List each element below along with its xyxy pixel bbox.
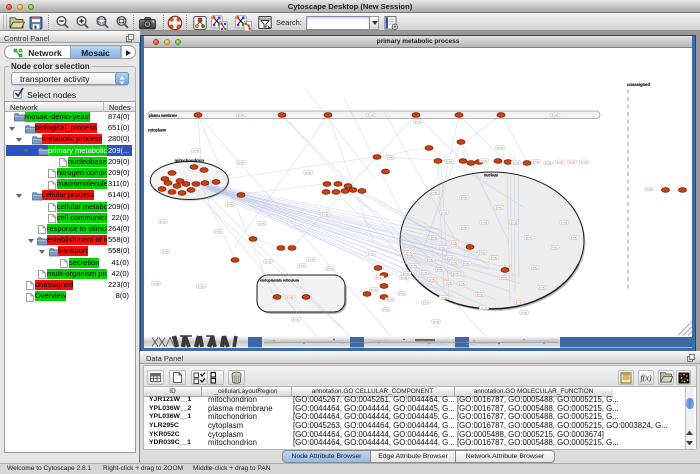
svg-text:[n-a]: [n-a] — [461, 196, 468, 200]
svg-text:[n-a]: [n-a] — [308, 258, 315, 262]
svg-text:[n-a]: [n-a] — [403, 272, 410, 276]
svg-text:[n-a]: [n-a] — [513, 161, 520, 165]
svg-text:[n-a]: [n-a] — [459, 282, 466, 286]
svg-text:[n-a]: [n-a] — [215, 230, 222, 234]
svg-text:[n-a]: [n-a] — [533, 160, 540, 164]
svg-text:nucleus: nucleus — [484, 172, 498, 177]
svg-text:[n-a]: [n-a] — [305, 171, 312, 175]
svg-text:[n-a]: [n-a] — [371, 288, 378, 292]
svg-text:[n-a]: [n-a] — [511, 221, 518, 225]
svg-text:cytoplasm: cytoplasm — [148, 128, 166, 133]
svg-text:[n-a]: [n-a] — [299, 264, 306, 268]
svg-text:[n-a]: [n-a] — [481, 159, 488, 163]
svg-text:[n-a]: [n-a] — [497, 146, 504, 150]
svg-text:f(x): f(x) — [640, 374, 651, 383]
svg-text:[n-a]: [n-a] — [368, 113, 375, 117]
svg-text:[n-a]: [n-a] — [441, 296, 448, 300]
svg-text:[n-a]: [n-a] — [501, 276, 508, 280]
svg-text:[n-a]: [n-a] — [571, 236, 578, 240]
svg-text:[n-a]: [n-a] — [198, 285, 205, 289]
svg-text:[n-a]: [n-a] — [387, 156, 394, 160]
svg-text:[n-a]: [n-a] — [431, 236, 438, 240]
svg-text:[n-a]: [n-a] — [193, 149, 200, 153]
svg-text:[n-a]: [n-a] — [160, 220, 167, 224]
svg-text:[n-a]: [n-a] — [406, 251, 413, 255]
svg-text:[n-a]: [n-a] — [481, 221, 488, 225]
svg-text:[n-a]: [n-a] — [453, 272, 460, 276]
svg-text:[n-a]: [n-a] — [521, 311, 528, 315]
svg-text:[n-a]: [n-a] — [446, 281, 453, 285]
svg-text:[n-a]: [n-a] — [238, 161, 245, 165]
svg-text:unassigned: unassigned — [627, 82, 650, 87]
svg-text:mitochondrion: mitochondrion — [175, 158, 205, 163]
svg-text:[n-a]: [n-a] — [401, 276, 408, 280]
svg-text:[n-a]: [n-a] — [265, 260, 272, 264]
svg-text:[n-a]: [n-a] — [441, 211, 448, 215]
svg-text:[n-a]: [n-a] — [451, 241, 458, 245]
svg-text:[n-a]: [n-a] — [322, 213, 329, 217]
svg-text:[n-a]: [n-a] — [561, 221, 568, 225]
svg-text:plasma membrane: plasma membrane — [149, 113, 177, 118]
svg-text:[n-a]: [n-a] — [479, 251, 486, 255]
svg-text:[n-a]: [n-a] — [238, 113, 245, 117]
svg-text:[n-a]: [n-a] — [287, 295, 294, 299]
svg-text:[n-a]: [n-a] — [531, 266, 538, 270]
svg-text:[n-a]: [n-a] — [446, 160, 453, 164]
svg-text:[n-a]: [n-a] — [423, 301, 430, 305]
svg-text:[n-a]: [n-a] — [463, 262, 470, 266]
svg-text:[n-a]: [n-a] — [552, 113, 559, 117]
svg-text:[n-a]: [n-a] — [581, 160, 588, 164]
svg-text:[n-a]: [n-a] — [293, 318, 300, 322]
svg-text:[n-a]: [n-a] — [421, 271, 428, 275]
svg-text:[n-a]: [n-a] — [327, 267, 334, 271]
svg-text:[n-a]: [n-a] — [259, 222, 266, 226]
svg-text:[n-a]: [n-a] — [227, 203, 234, 207]
svg-text:[n-a]: [n-a] — [431, 191, 438, 195]
svg-text:[n-a]: [n-a] — [451, 261, 458, 265]
svg-text:[n-a]: [n-a] — [545, 161, 552, 165]
svg-text:[n-a]: [n-a] — [496, 206, 503, 210]
svg-text:[n-a]: [n-a] — [646, 187, 653, 191]
svg-text:[n-a]: [n-a] — [437, 268, 444, 272]
svg-text:[n-a]: [n-a] — [376, 276, 383, 280]
svg-text:[n-a]: [n-a] — [491, 256, 498, 260]
svg-text:[n-a]: [n-a] — [427, 258, 434, 262]
svg-text:[n-a]: [n-a] — [447, 256, 454, 260]
svg-text:[n-a]: [n-a] — [162, 250, 169, 254]
svg-text:[n-a]: [n-a] — [557, 160, 564, 164]
svg-text:[n-a]: [n-a] — [539, 286, 546, 290]
svg-text:[n-a]: [n-a] — [399, 292, 406, 296]
svg-text:[n-a]: [n-a] — [433, 320, 440, 324]
svg-text:[n-a]: [n-a] — [411, 264, 418, 268]
svg-text:[n-a]: [n-a] — [387, 298, 394, 302]
svg-text:[n-a]: [n-a] — [429, 278, 436, 282]
svg-text:[n-a]: [n-a] — [461, 226, 468, 230]
svg-text:[n-a]: [n-a] — [153, 282, 160, 286]
svg-text:[n-a]: [n-a] — [439, 246, 446, 250]
svg-text:[n-a]: [n-a] — [415, 120, 422, 124]
svg-text:[n-a]: [n-a] — [383, 308, 390, 312]
svg-text:[n-a]: [n-a] — [569, 160, 576, 164]
svg-text:[n-a]: [n-a] — [481, 306, 488, 310]
svg-text:[n-a]: [n-a] — [477, 293, 484, 297]
svg-text:[n-a]: [n-a] — [368, 252, 375, 256]
svg-text:[n-a]: [n-a] — [551, 246, 558, 250]
svg-text:[n-a]: [n-a] — [526, 236, 533, 240]
svg-text:[n-a]: [n-a] — [516, 301, 523, 305]
